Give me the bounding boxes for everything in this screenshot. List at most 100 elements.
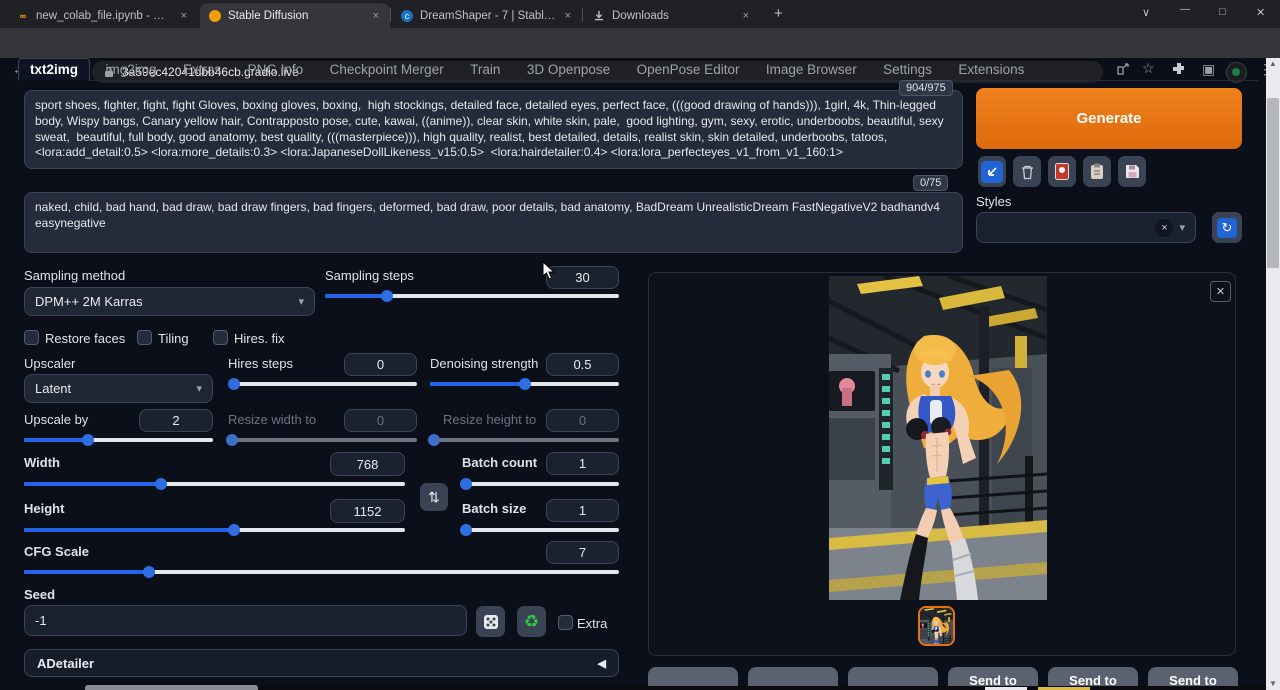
- upscaler-select[interactable]: Latent ▾: [24, 374, 213, 403]
- close-image-icon[interactable]: ✕: [1210, 281, 1231, 302]
- close-window-button[interactable]: ✕: [1256, 6, 1265, 19]
- upscale-by-input[interactable]: 2: [139, 409, 213, 432]
- prompt-input[interactable]: sport shoes, fighter, fight, fight Glove…: [24, 90, 963, 169]
- recycle-icon: ♻: [524, 612, 539, 632]
- batch-size-input[interactable]: 1: [546, 499, 619, 522]
- resize-width-slider[interactable]: [228, 438, 417, 442]
- browser-tab-colab[interactable]: ∞ new_colab_file.ipynb - Colaborat ×: [8, 3, 198, 28]
- tiling-checkbox[interactable]: [137, 330, 152, 345]
- webui-tab-bar: txt2img img2img Extras PNG Info Checkpoi…: [18, 58, 1258, 81]
- negative-prompt-input[interactable]: naked, child, bad hand, bad draw, bad dr…: [24, 192, 963, 253]
- browser-tab-downloads[interactable]: Downloads ×: [584, 3, 760, 28]
- width-slider[interactable]: [24, 482, 405, 486]
- thumbnail-image: [920, 608, 953, 646]
- tab-title: Downloads: [612, 10, 734, 22]
- resize-width-input[interactable]: 0: [344, 409, 417, 432]
- tab-img2img[interactable]: img2img: [94, 59, 167, 80]
- extra-networks-button[interactable]: [1048, 156, 1076, 187]
- clipped-bottom-strip: [258, 686, 1266, 690]
- restore-faces-checkbox[interactable]: [24, 330, 39, 345]
- restore-faces-label: Restore faces: [45, 331, 125, 346]
- sampling-method-value: DPM++ 2M Karras: [35, 294, 143, 309]
- seed-label: Seed: [24, 587, 55, 602]
- height-input[interactable]: 1152: [330, 499, 405, 523]
- batch-count-slider[interactable]: [462, 482, 619, 486]
- adetailer-accordion[interactable]: ADetailer ◀: [24, 649, 619, 677]
- cfg-scale-input[interactable]: 7: [546, 541, 619, 564]
- tab-close-icon[interactable]: ×: [371, 10, 381, 22]
- sampling-steps-input[interactable]: 30: [546, 266, 619, 289]
- new-tab-button[interactable]: +: [774, 5, 783, 22]
- adetailer-label: ADetailer: [37, 656, 94, 671]
- scrollbar-thumb[interactable]: [1267, 98, 1279, 268]
- clipboard-icon: [1090, 163, 1104, 180]
- tab-checkpoint-merger[interactable]: Checkpoint Merger: [319, 59, 455, 80]
- tab-close-icon[interactable]: ×: [179, 10, 189, 22]
- hires-steps-slider[interactable]: [228, 382, 417, 386]
- hires-fix-checkbox[interactable]: [213, 330, 228, 345]
- swap-dimensions-button[interactable]: ⇅: [420, 483, 448, 511]
- reuse-seed-button[interactable]: ♻: [517, 606, 546, 637]
- seed-input[interactable]: -1: [24, 605, 467, 636]
- colab-icon: ∞: [17, 10, 29, 22]
- extra-seed-label: Extra: [577, 616, 607, 631]
- tab-png-info[interactable]: PNG Info: [237, 59, 315, 80]
- save-style-button[interactable]: [1118, 156, 1146, 187]
- sampling-method-select[interactable]: DPM++ 2M Karras ▾: [24, 287, 315, 316]
- width-label: Width: [24, 455, 60, 470]
- tab-openpose-editor[interactable]: OpenPose Editor: [626, 59, 751, 80]
- denoising-slider[interactable]: [430, 382, 619, 386]
- resize-height-input[interactable]: 0: [546, 409, 619, 432]
- tab-close-icon[interactable]: ×: [741, 10, 751, 22]
- browser-tab-dreamshaper[interactable]: c DreamShaper - 7 | Stable Diffusio ×: [392, 3, 582, 28]
- cfg-scale-slider[interactable]: [24, 570, 619, 574]
- gallery-thumbnail-selected[interactable]: [918, 606, 955, 646]
- window-chevron-icon[interactable]: ∨: [1142, 6, 1150, 19]
- batch-count-input[interactable]: 1: [546, 452, 619, 475]
- browser-tab-bar: ∞ new_colab_file.ipynb - Colaborat × Sta…: [0, 0, 1280, 28]
- tab-extras[interactable]: Extras: [172, 59, 232, 80]
- tab-extensions[interactable]: Extensions: [947, 59, 1035, 80]
- styles-select[interactable]: × ▾: [976, 212, 1196, 243]
- apply-styles-button[interactable]: [1083, 156, 1111, 187]
- scrollbar-up-icon[interactable]: ▲: [1266, 58, 1280, 70]
- resize-height-slider[interactable]: [430, 438, 619, 442]
- maximize-button[interactable]: □: [1219, 6, 1226, 18]
- upscale-by-label: Upscale by: [24, 412, 88, 427]
- browser-toolbar: ← → ↻ 3a59ec42041dbb46cb.gradio.live ☆ ▣…: [0, 28, 1280, 58]
- batch-size-slider[interactable]: [462, 528, 619, 532]
- refresh-icon: ↻: [1217, 218, 1237, 238]
- generate-button[interactable]: Generate: [976, 88, 1242, 149]
- scrollbar-down-icon[interactable]: ▼: [1266, 678, 1280, 690]
- clear-styles-icon[interactable]: ×: [1155, 219, 1173, 237]
- tab-close-icon[interactable]: ×: [563, 10, 573, 22]
- tab-separator: [582, 8, 583, 22]
- resize-width-label: Resize width to: [228, 412, 316, 427]
- refresh-styles-button[interactable]: ↻: [1212, 212, 1242, 243]
- tab-image-browser[interactable]: Image Browser: [755, 59, 868, 80]
- tab-txt2img[interactable]: txt2img: [18, 58, 90, 81]
- width-input[interactable]: 768: [330, 452, 405, 476]
- random-seed-button[interactable]: [476, 606, 505, 637]
- browser-tab-stable-diffusion[interactable]: Stable Diffusion ×: [200, 3, 390, 28]
- minimize-button[interactable]: —: [1180, 4, 1190, 15]
- height-slider[interactable]: [24, 528, 405, 532]
- denoising-label: Denoising strength: [430, 356, 538, 371]
- gradio-icon: [209, 10, 221, 22]
- generated-image[interactable]: [829, 276, 1047, 600]
- tab-3d-openpose[interactable]: 3D Openpose: [516, 59, 621, 80]
- tab-separator: [390, 8, 391, 22]
- tab-settings[interactable]: Settings: [872, 59, 943, 80]
- clear-prompt-button[interactable]: [1013, 156, 1041, 187]
- denoising-input[interactable]: 0.5: [546, 353, 619, 376]
- tab-title: DreamShaper - 7 | Stable Diffusio: [420, 10, 556, 22]
- tab-train[interactable]: Train: [459, 59, 511, 80]
- sampling-steps-slider[interactable]: [325, 294, 619, 298]
- hires-steps-input[interactable]: 0: [344, 353, 417, 376]
- upscaler-label: Upscaler: [24, 356, 75, 371]
- paste-params-button[interactable]: [978, 156, 1006, 187]
- upscale-by-slider[interactable]: [24, 438, 213, 442]
- chevron-down-icon: ▾: [1179, 221, 1185, 234]
- clipped-element-edge: [85, 685, 258, 690]
- extra-seed-checkbox[interactable]: [558, 615, 573, 630]
